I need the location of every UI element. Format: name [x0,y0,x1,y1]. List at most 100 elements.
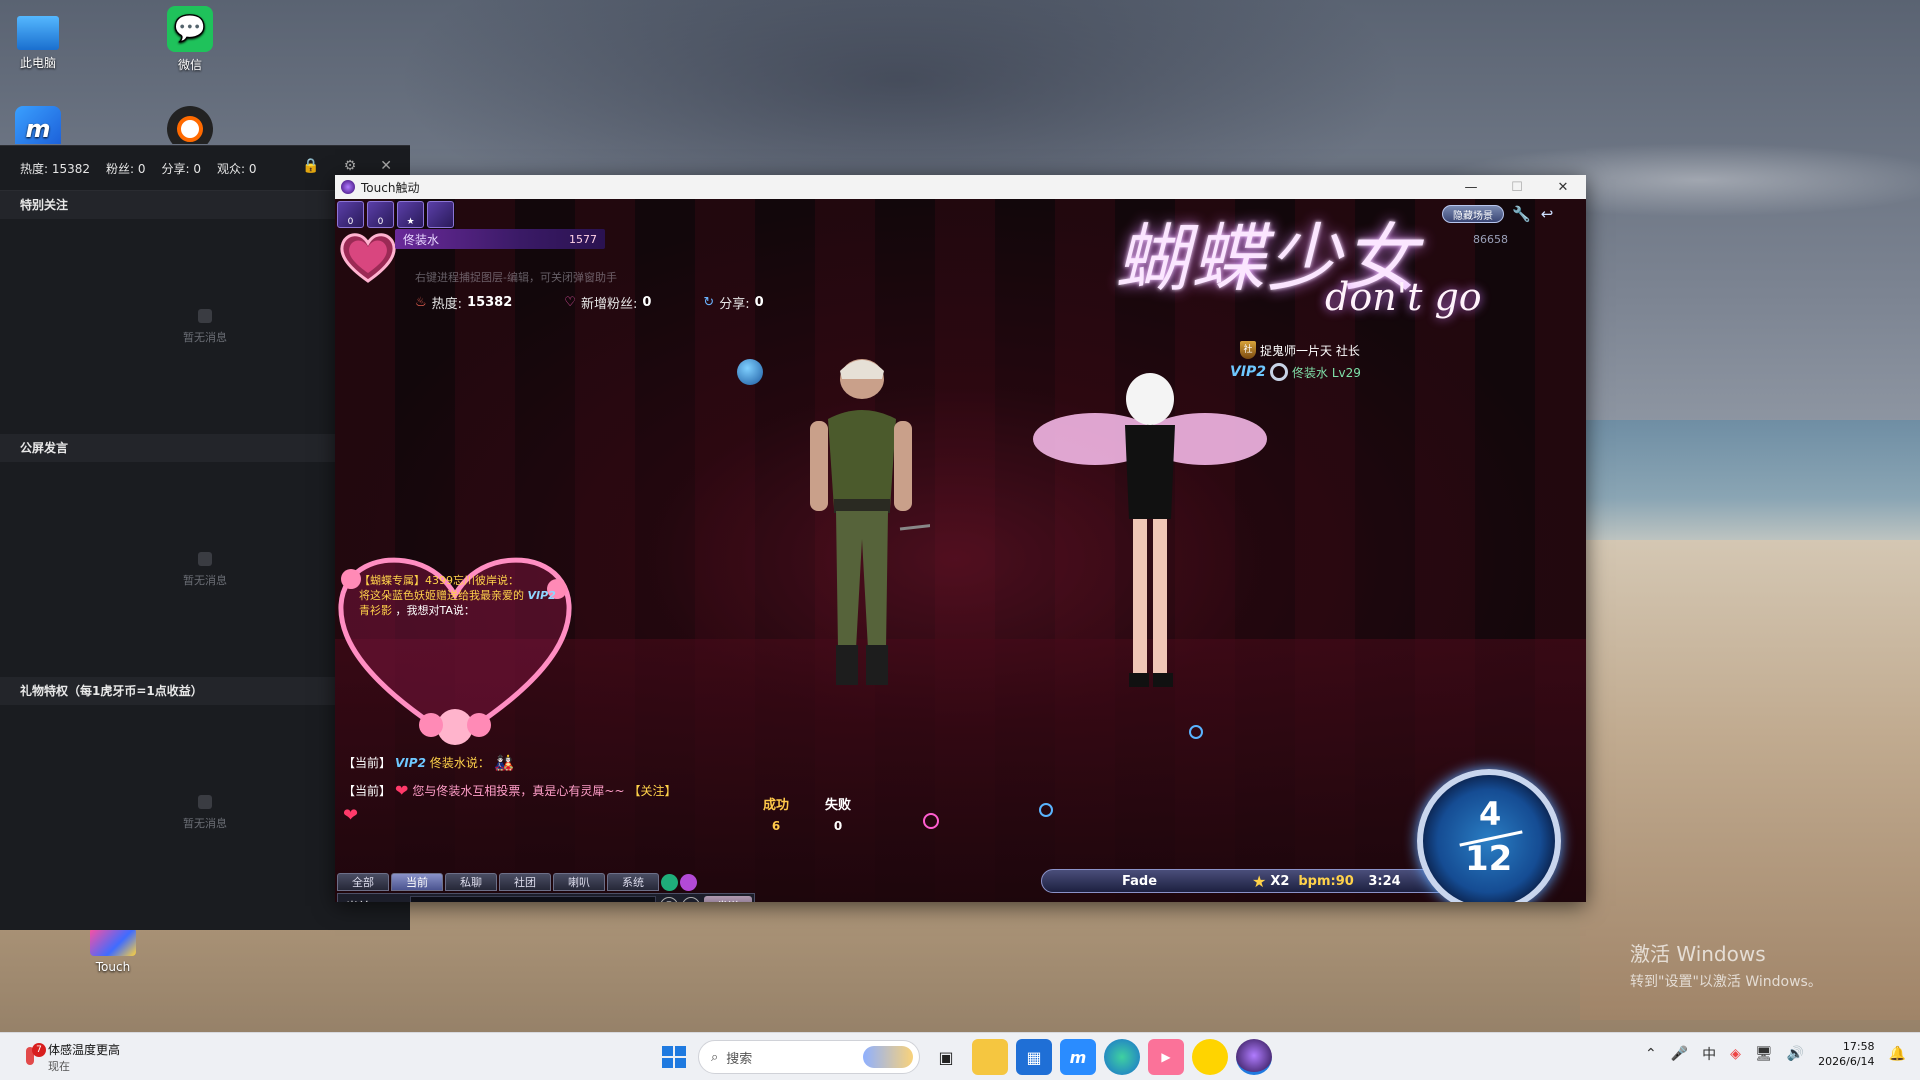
follow-link[interactable]: 【关注】 [629,782,677,799]
share-stat: 分享: 0 [161,161,202,176]
tab-all[interactable]: 全部 [337,873,389,891]
gift-line: ，我想对TA说： [395,604,475,617]
chat-emote-icon[interactable] [680,873,697,891]
tab-guild[interactable]: 社团 [499,873,551,891]
monitor-icon [17,16,59,50]
action-icon[interactable]: ◉ [682,897,700,902]
tab-current[interactable]: 当前 [391,873,443,891]
stat-label: 分享: [719,297,750,312]
clock-time: 17:58 [1842,1040,1875,1053]
chat-message: 【当前】 ❤ 您与佟装水互相投票，真是心有灵犀~~ 【关注】 [343,781,677,800]
chat-channel: 【当前】 [343,784,392,798]
success-label: 成功 [763,798,790,813]
input-method-icon[interactable]: 中 [1702,1044,1716,1064]
chevron-up-icon[interactable]: ⌃ [1645,1046,1657,1062]
weather-sub: 现在 [48,1060,70,1073]
antivirus-icon[interactable]: ◈ [1730,1046,1741,1062]
windows-activation-watermark: 激活 Windows 转到"设置"以激活 Windows。 [1630,938,1822,991]
empty-text: 暂无消息 [183,573,227,587]
weather-title: 体感温度更高 [48,1043,121,1057]
male-dancer-character[interactable] [790,349,930,699]
maximize-button[interactable]: ☐ [1494,175,1540,199]
minimize-button[interactable]: — [1448,175,1494,199]
stat-value: 0 [754,295,764,310]
qq-music-icon[interactable] [1192,1039,1228,1075]
section-title-text: 礼物特权（每1虎牙币=1点收益） [20,684,203,698]
gear-icon[interactable]: ⚙ [344,158,357,174]
female-dancer-character[interactable] [1025,369,1275,709]
empty-text: 暂无消息 [183,330,227,344]
partner-guild: 捉鬼师一片天 社长 [1260,343,1360,358]
hide-scene-button[interactable]: 隐藏场景 [1442,205,1504,223]
heart-level-icon [340,233,396,283]
wallpaper-sea [1580,420,1920,550]
chat-input[interactable] [410,896,656,902]
chat-channel: 【当前】 [343,756,392,770]
notification-icon[interactable]: 🔔 [1889,1046,1906,1062]
tab-private[interactable]: 私聊 [445,873,497,891]
task-view-icon[interactable]: ▣ [928,1039,964,1075]
desktop-icon-this-pc[interactable]: 此电脑 [0,10,78,71]
gift-sender: 【蝴蝶专属】4399忘川彼岸说： [359,574,519,587]
app-m-taskbar-icon[interactable]: m [1060,1039,1096,1075]
emoji-icon[interactable]: ☺ [660,897,678,902]
triangle-up-icon: ▲ [393,899,402,902]
close-button[interactable]: ✕ [1540,175,1586,199]
desktop-icon-app-m[interactable]: m [0,106,78,144]
overlay-stats: ♨ 热度: 15382 ♡ 新增粉丝: 0 ↻ 分享: 0 [415,293,764,312]
viewers-stat: 观众: 0 [217,161,257,176]
player-score: 1577 [569,232,597,246]
heart-icon: ♡ [564,295,576,310]
stat-label: 新增粉丝: [580,297,638,312]
tab-system[interactable]: 系统 [607,873,659,891]
back-icon[interactable]: ↩ [1538,205,1556,223]
microphone-icon[interactable]: 🎤 [1671,1046,1688,1062]
file-explorer-icon[interactable] [972,1039,1008,1075]
song-time: 3:24 [1368,873,1401,889]
close-icon[interactable]: ✕ [380,158,392,174]
blue-bubble [1189,725,1203,739]
player-name: 佟装水 [403,232,440,247]
fans-stat: 粉丝: 0 [106,161,146,176]
round-total: 12 [1465,839,1513,879]
wrench-icon[interactable]: 🔧 [1512,205,1531,223]
send-button[interactable]: 发送 [704,896,752,902]
desktop-icon-label: Touch [95,960,131,974]
song-name: Fade [1122,873,1158,889]
touch-taskbar-icon[interactable] [1236,1039,1272,1075]
buff-icon[interactable]: 0 [367,201,394,228]
channel-select[interactable]: 当前 ▲ [338,895,410,902]
pink-bubble [923,813,939,829]
fail-score: 失败 0 [825,794,851,833]
song-info-bar: Fade ★ X2 bpm:90 3:24 [1041,869,1461,893]
weather-widget[interactable]: 7 体感温度更高 现在 [20,1041,120,1074]
desktop-icon-wechat[interactable]: 💬 微信 [150,6,230,73]
chat-input-bar: 当前 ▲ ☺ ◉ 发送 [337,893,755,902]
search-highlight-image [863,1046,913,1068]
lock-icon[interactable]: 🔒 [302,158,319,174]
desktop-icon-touch[interactable]: Touch [73,928,153,974]
network-icon[interactable]: 🖥 [1755,1046,1773,1062]
heart-icon: ❤ [343,805,359,826]
chat-message: 【当前】 VIP2 佟装水说： 🎎 [343,753,514,772]
window-titlebar[interactable]: Touch触动 — ☐ ✕ [335,175,1586,199]
volume-icon[interactable]: 🔊 [1787,1046,1804,1062]
edge-icon[interactable] [1104,1039,1140,1075]
overlay-share: ↻ 分享: 0 [703,293,763,312]
tab-horn[interactable]: 喇叭 [553,873,605,891]
star-buff-icon[interactable]: ★ [397,201,424,228]
chat-setting-icon[interactable] [661,873,678,891]
logo-subtitle: don't go [1325,275,1482,319]
game-stage[interactable]: 0 0 ★ 佟装水 1577 右键进程捕捉图层-编辑，可关闭弹窗助手 ♨ 热度:… [335,199,1586,902]
store-icon[interactable]: ▦ [1016,1039,1052,1075]
buff-icon[interactable]: 0 [337,201,364,228]
touch-game-icon [90,928,136,956]
taskbar-apps: ⌕ 搜索 ▣ ▦ m ▶ [656,1039,1272,1075]
start-button[interactable] [656,1040,690,1074]
desktop-icon-recorder[interactable] [150,106,230,144]
clock[interactable]: 17:58 2026/6/14 [1818,1039,1874,1069]
chat-sender: 佟装水说： [429,756,490,770]
buff-icon[interactable] [427,201,454,228]
bilibili-icon[interactable]: ▶ [1148,1039,1184,1075]
taskbar-search[interactable]: ⌕ 搜索 [698,1040,920,1074]
